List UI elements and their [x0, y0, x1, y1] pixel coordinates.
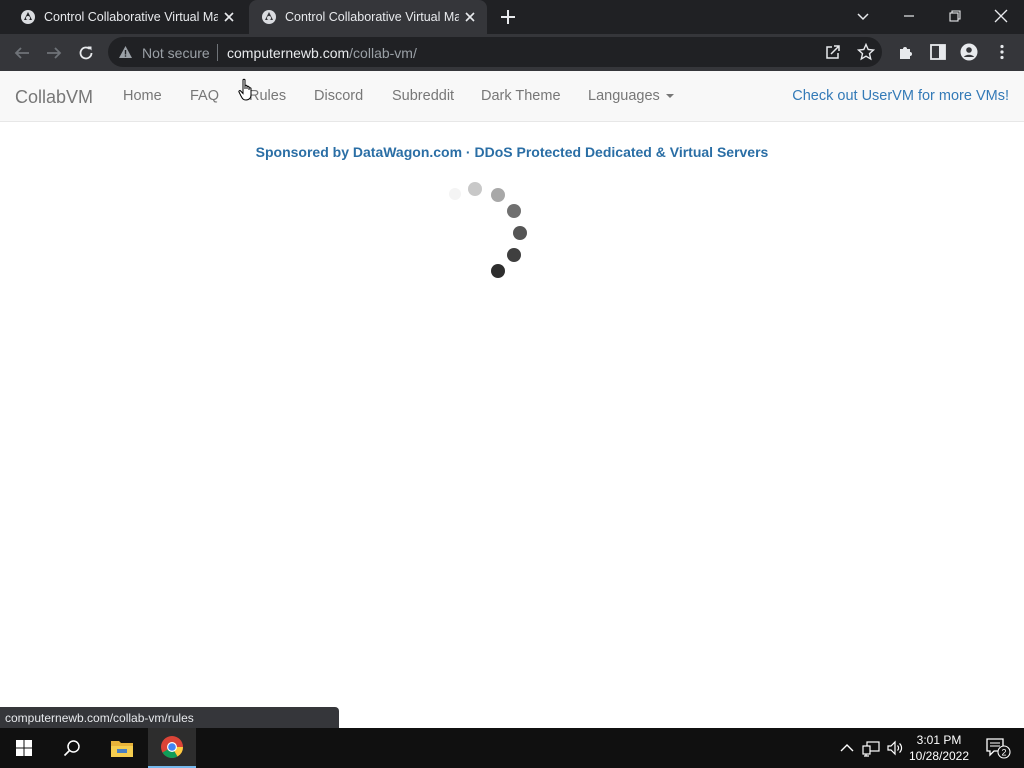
close-tab-icon[interactable]	[220, 8, 238, 26]
start-button[interactable]	[0, 728, 48, 768]
nav-link-subreddit[interactable]: Subreddit	[392, 88, 454, 104]
hand-cursor-icon	[238, 78, 252, 101]
chrome-taskbar-button[interactable]	[148, 728, 196, 768]
not-secure-label[interactable]: Not secure	[142, 45, 210, 61]
chevron-up-icon[interactable]	[838, 739, 856, 757]
tab-title: Control Collaborative Virtual Machines!	[44, 10, 218, 24]
extensions-puzzle-icon[interactable]	[897, 43, 915, 61]
notification-count: 2	[1001, 748, 1006, 758]
profile-avatar-icon[interactable]	[960, 43, 978, 61]
address-bar[interactable]: Not secure computernewb.com/collab-vm/	[108, 37, 882, 67]
restore-button[interactable]	[932, 0, 978, 32]
brand-link[interactable]: CollabVM	[15, 87, 93, 108]
side-panel-icon[interactable]	[929, 43, 947, 61]
arrow-right-icon	[47, 47, 62, 59]
caret-down-icon	[665, 94, 674, 99]
url-host: computernewb.com	[227, 45, 350, 61]
nav-link-dark-theme[interactable]: Dark Theme	[481, 88, 561, 104]
uservm-link[interactable]: Check out UserVM for more VMs!	[792, 88, 1009, 104]
chevron-down-icon	[857, 13, 869, 21]
forward-button[interactable]	[43, 42, 65, 64]
menu-kebab-icon[interactable]	[993, 43, 1011, 61]
notification-icon: 2	[986, 738, 1011, 759]
omnibox-divider	[217, 44, 218, 61]
site-navbar: CollabVM Home FAQ Rules Discord Subreddi…	[0, 71, 1024, 122]
nav-link-faq[interactable]: FAQ	[190, 88, 219, 104]
collabvm-favicon-icon	[262, 10, 276, 24]
warning-icon[interactable]	[118, 45, 133, 59]
languages-label: Languages	[588, 88, 660, 104]
close-window-button[interactable]	[978, 0, 1024, 32]
url-path: /collab-vm/	[349, 45, 417, 61]
tab-title: Control Collaborative Virtual Machines!	[285, 10, 459, 24]
search-button[interactable]	[48, 728, 96, 768]
browser-toolbar: Not secure computernewb.com/collab-vm/	[0, 34, 1024, 71]
windows-logo-icon	[16, 740, 32, 756]
screen: Control Collaborative Virtual Machines! …	[0, 0, 1024, 768]
browser-tab-2[interactable]: Control Collaborative Virtual Machines!	[249, 0, 487, 34]
url-text[interactable]: computernewb.com/collab-vm/	[227, 45, 417, 61]
chrome-logo-icon	[161, 736, 183, 758]
close-icon	[994, 9, 1008, 23]
volume-icon[interactable]	[886, 739, 904, 757]
sponsor-link[interactable]: Sponsored by DataWagon.com · DDoS Protec…	[0, 144, 1024, 160]
languages-dropdown[interactable]: Languages	[588, 88, 674, 104]
windows-taskbar: 3:01 PM 10/28/2022 2	[0, 728, 1024, 768]
reload-icon	[79, 46, 93, 60]
clock-time: 3:01 PM	[916, 733, 962, 747]
folder-icon	[111, 741, 133, 757]
browser-tab-1[interactable]: Control Collaborative Virtual Machines!	[8, 0, 246, 34]
new-tab-plus-icon[interactable]	[498, 7, 518, 27]
system-clock[interactable]: 3:01 PM 10/28/2022	[906, 732, 972, 764]
restore-icon	[949, 10, 961, 22]
nav-link-discord[interactable]: Discord	[314, 88, 363, 104]
search-icon	[63, 740, 80, 757]
close-tab-icon[interactable]	[461, 8, 479, 26]
clock-date: 10/28/2022	[908, 749, 970, 763]
network-icon[interactable]	[862, 739, 880, 757]
nav-link-home[interactable]: Home	[123, 88, 162, 104]
bookmark-star-icon[interactable]	[857, 43, 875, 61]
action-center-button[interactable]: 2	[976, 728, 1020, 768]
loading-spinner-icon	[449, 182, 527, 278]
share-icon[interactable]	[824, 43, 842, 61]
link-status-bubble: computernewb.com/collab-vm/rules	[0, 707, 339, 728]
minimize-icon	[904, 15, 914, 17]
browser-tab-strip: Control Collaborative Virtual Machines! …	[0, 0, 1024, 34]
minimize-button[interactable]	[886, 0, 932, 32]
back-button[interactable]	[11, 42, 33, 64]
tab-search-button[interactable]	[840, 0, 886, 32]
collabvm-favicon-icon	[21, 10, 35, 24]
arrow-left-icon	[14, 47, 29, 59]
reload-button[interactable]	[75, 42, 97, 64]
file-explorer-button[interactable]	[98, 728, 146, 768]
